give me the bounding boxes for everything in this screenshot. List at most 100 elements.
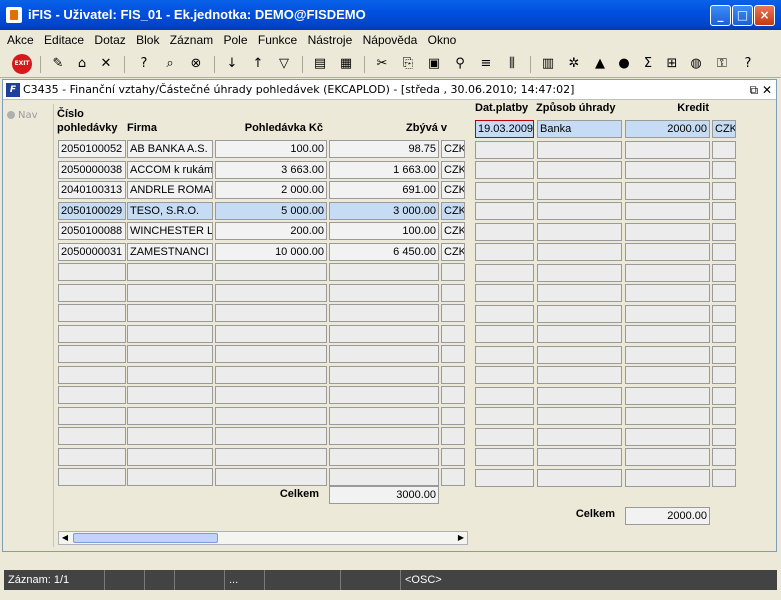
cell-zbyva[interactable]: [329, 407, 439, 425]
cell-zpusob[interactable]: [537, 469, 622, 487]
cell-mena[interactable]: [712, 366, 736, 384]
cell-firma[interactable]: TESO, S.R.O.: [127, 202, 213, 220]
menu-okno[interactable]: Okno: [428, 31, 457, 50]
copy-icon[interactable]: ⎘: [398, 54, 418, 74]
cell-mena[interactable]: [441, 263, 465, 281]
help-icon[interactable]: ?: [738, 54, 758, 74]
cell-zbyva[interactable]: 691.00: [329, 181, 439, 199]
restore-icon[interactable]: ⧉: [750, 83, 759, 97]
cell-firma[interactable]: [127, 263, 213, 281]
cell-kredit[interactable]: [625, 469, 710, 487]
cell-kredit[interactable]: [625, 325, 710, 343]
cell-pohledavka[interactable]: [215, 386, 327, 404]
filter-icon[interactable]: ▽: [274, 54, 294, 74]
cell-datum[interactable]: [475, 182, 534, 200]
cell-pohledavka[interactable]: [215, 325, 327, 343]
cell-zpusob[interactable]: [537, 284, 622, 302]
cell-zbyva[interactable]: [329, 427, 439, 445]
cell-kredit[interactable]: [625, 284, 710, 302]
horizontal-scrollbar[interactable]: ◀ ▶: [58, 531, 468, 545]
up-icon[interactable]: ▲: [590, 54, 610, 74]
execute-query-icon[interactable]: ⌕: [160, 54, 180, 74]
cell-mena[interactable]: [441, 448, 465, 466]
cell-zbyva[interactable]: [329, 284, 439, 302]
cell-mena[interactable]: [712, 325, 736, 343]
cell-firma[interactable]: [127, 284, 213, 302]
menu-akce[interactable]: Akce: [7, 31, 34, 50]
cell-zpusob[interactable]: [537, 428, 622, 446]
cell-cislo[interactable]: [58, 284, 126, 302]
save-icon[interactable]: ⌂: [72, 54, 92, 74]
cell-mena[interactable]: [712, 346, 736, 364]
cell-kredit[interactable]: [625, 264, 710, 282]
paste-icon[interactable]: ▣: [424, 54, 444, 74]
menu-blok[interactable]: Blok: [136, 31, 159, 50]
tools-icon[interactable]: ✲: [564, 54, 584, 74]
cell-mena[interactable]: [441, 468, 465, 486]
cell-pohledavka[interactable]: [215, 427, 327, 445]
cell-kredit[interactable]: 2000.00: [625, 120, 710, 138]
cell-cislo[interactable]: [58, 366, 126, 384]
cell-firma[interactable]: [127, 386, 213, 404]
sum-icon[interactable]: Σ: [638, 54, 658, 74]
sort-desc-icon[interactable]: ↑: [248, 54, 268, 74]
columns-icon[interactable]: ⫼: [502, 54, 522, 74]
cell-datum[interactable]: [475, 284, 534, 302]
scroll-left-icon[interactable]: ◀: [59, 532, 71, 544]
form-close-icon[interactable]: ✕: [762, 83, 772, 97]
cell-mena[interactable]: CZK: [441, 181, 465, 199]
cell-pohledavka[interactable]: 10 000.00: [215, 243, 327, 261]
cell-kredit[interactable]: [625, 202, 710, 220]
cell-cislo[interactable]: 2050100088: [58, 222, 126, 240]
cell-zbyva[interactable]: [329, 263, 439, 281]
cell-cislo[interactable]: [58, 407, 126, 425]
cell-cislo[interactable]: [58, 468, 126, 486]
cell-kredit[interactable]: [625, 141, 710, 159]
key-icon[interactable]: ⚿: [712, 54, 732, 74]
cell-zpusob[interactable]: [537, 161, 622, 179]
cell-pohledavka[interactable]: [215, 284, 327, 302]
cell-kredit[interactable]: [625, 243, 710, 261]
cell-firma[interactable]: [127, 366, 213, 384]
cell-datum[interactable]: [475, 325, 534, 343]
cell-firma[interactable]: AB BANKA A.S.: [127, 140, 213, 158]
cell-mena[interactable]: [712, 243, 736, 261]
cell-cislo[interactable]: [58, 263, 126, 281]
cell-firma[interactable]: ZAMESTNANCI: [127, 243, 213, 261]
cell-datum[interactable]: [475, 428, 534, 446]
cell-pohledavka[interactable]: [215, 448, 327, 466]
cell-datum[interactable]: [475, 202, 534, 220]
cell-cislo[interactable]: 2050100029: [58, 202, 126, 220]
cell-mena[interactable]: CZK: [441, 222, 465, 240]
cell-firma[interactable]: ACCOM k rukám M: [127, 161, 213, 179]
cell-mena[interactable]: [441, 325, 465, 343]
cell-cislo[interactable]: 2050100052: [58, 140, 126, 158]
cell-kredit[interactable]: [625, 366, 710, 384]
cell-mena[interactable]: [712, 469, 736, 487]
edit-icon[interactable]: ✎: [48, 54, 68, 74]
maximize-button[interactable]: □: [732, 5, 753, 26]
cell-zpusob[interactable]: [537, 305, 622, 323]
cell-datum[interactable]: [475, 448, 534, 466]
cell-mena[interactable]: [712, 141, 736, 159]
cell-pohledavka[interactable]: [215, 366, 327, 384]
cell-pohledavka[interactable]: 2 000.00: [215, 181, 327, 199]
cell-pohledavka[interactable]: [215, 407, 327, 425]
scroll-right-icon[interactable]: ▶: [455, 532, 467, 544]
sort-asc-icon[interactable]: ↓: [222, 54, 242, 74]
menu-funkce[interactable]: Funkce: [258, 31, 297, 50]
cell-kredit[interactable]: [625, 407, 710, 425]
globe-icon[interactable]: ◍: [686, 54, 706, 74]
cell-zpusob[interactable]: [537, 202, 622, 220]
cell-datum[interactable]: 19.03.2009: [475, 120, 534, 138]
print-icon[interactable]: ▤: [310, 54, 330, 74]
cell-mena[interactable]: CZK: [441, 161, 465, 179]
cell-zpusob[interactable]: [537, 223, 622, 241]
cell-datum[interactable]: [475, 366, 534, 384]
nav-item[interactable]: Nav: [7, 110, 53, 121]
cell-mena[interactable]: [712, 428, 736, 446]
cell-zbyva[interactable]: [329, 468, 439, 486]
cell-cislo[interactable]: 2040100313: [58, 181, 126, 199]
cell-firma[interactable]: WINCHESTER Leo: [127, 222, 213, 240]
query-icon[interactable]: ?: [134, 54, 154, 74]
